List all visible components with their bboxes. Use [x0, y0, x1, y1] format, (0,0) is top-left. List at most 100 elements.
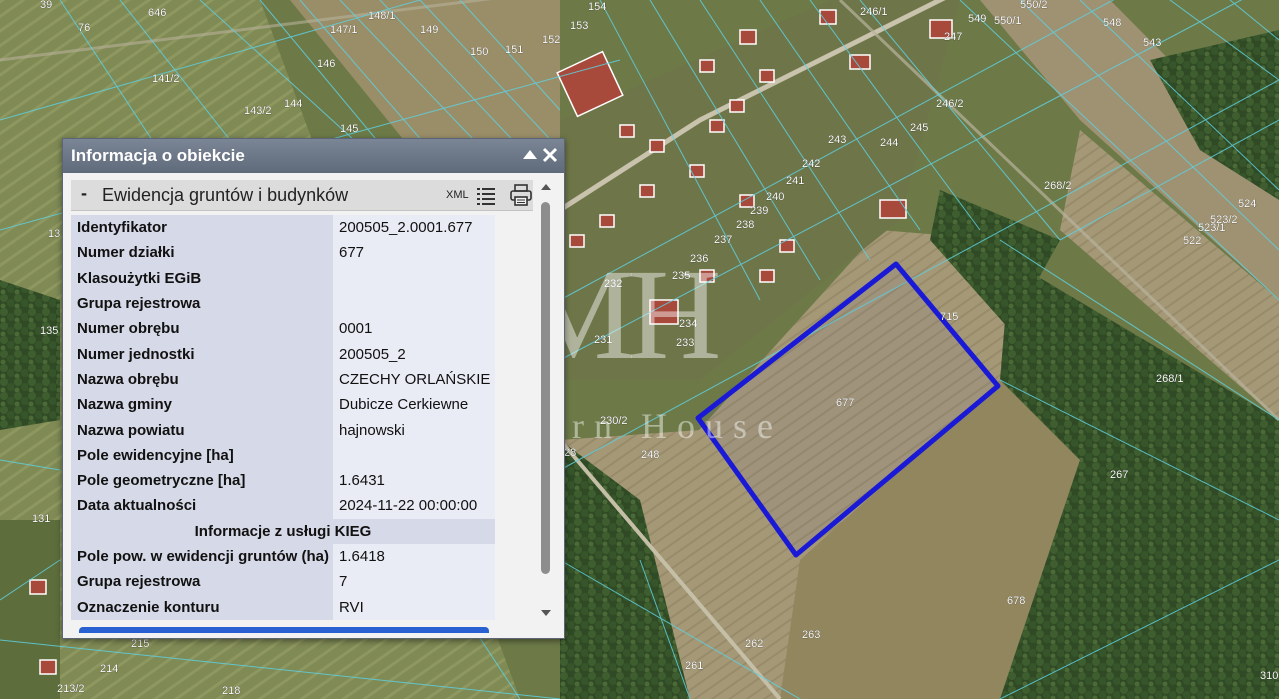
section-title: Ewidencja gruntów i budynków [102, 185, 349, 205]
parcel-number-label: 310 [1260, 670, 1278, 682]
parcel-number-label: 550/1 [994, 15, 1022, 27]
printer-icon[interactable] [510, 184, 532, 206]
attribute-table: Identyfikator 200505_2.0001.677 Numer dzia… [71, 215, 495, 620]
parcel-number-label: 28 [564, 447, 576, 459]
parcel-number-label: 145 [340, 123, 358, 135]
section-header-egib[interactable]: - Ewidencja gruntów i budynków XML [71, 180, 533, 211]
parcel-number-label: 214 [100, 663, 118, 675]
scroll-thumb[interactable] [541, 202, 550, 574]
parcel-number-label: 233 [676, 337, 694, 349]
parcel-number-label: 215 [131, 638, 149, 650]
parcel-number-label: 245 [910, 122, 928, 134]
parcel-number-label: 548 [1103, 17, 1121, 29]
parcel-number-label: 146 [317, 58, 335, 70]
attribute-value [333, 290, 495, 317]
attribute-row: Identyfikator 200505_2.0001.677 [71, 215, 495, 241]
attribute-row: Klasoużytki EGiB [71, 265, 495, 291]
attribute-key: Identyfikator [71, 215, 333, 241]
attribute-value: 200505_2 [333, 341, 495, 367]
parcel-number-label: 144 [284, 98, 302, 110]
attribute-value: 1.6418 [333, 543, 495, 570]
list-icon[interactable] [476, 186, 496, 206]
parcel-number-label: 231 [594, 334, 612, 346]
parcel-number-label: 550/2 [1020, 0, 1048, 11]
attribute-value: CZECHY ORLAŃSKIE [333, 366, 495, 393]
parcel-number-label: 13 [48, 228, 60, 240]
attribute-row: Nazwa obrębu CZECHY ORLAŃSKIE [71, 366, 495, 393]
parcel-number-label: 152 [542, 34, 560, 46]
attribute-key: Pole geometryczne [ha] [71, 467, 333, 494]
parcel-number-label: 242 [802, 158, 820, 170]
attribute-row: Nazwa gminy Dubicze Cerkiewne [71, 392, 495, 418]
parcel-number-label: 268/2 [1044, 180, 1072, 192]
attribute-key: Numer działki [71, 240, 333, 266]
attribute-value: RVI [333, 594, 495, 620]
parcel-number-label: 237 [714, 234, 732, 246]
parcel-number-label: 147/1 [330, 24, 358, 36]
attribute-key: Oznaczenie konturu [71, 594, 333, 620]
parcel-number-label: 149 [420, 24, 438, 36]
panel-title: Informacja o obiekcie [71, 146, 245, 165]
parcel-number-label: 151 [505, 44, 523, 56]
object-info-panel: Informacja o obiekcie - Ewidencja gruntó… [62, 138, 565, 639]
parcel-number-label: 150 [470, 46, 488, 58]
parcel-number-label: 235 [672, 270, 690, 282]
attribute-value [333, 265, 495, 291]
parcel-number-label: 646 [148, 7, 166, 19]
parcel-number-label: 549 [968, 13, 986, 25]
attribute-key: Grupa rejestrowa [71, 290, 333, 317]
attribute-row: Grupa rejestrowa [71, 290, 495, 317]
attribute-value: Dubicze Cerkiewne [333, 392, 495, 418]
vertical-scrollbar[interactable] [539, 180, 553, 620]
xml-export-button[interactable]: XML [446, 189, 469, 201]
scroll-down-arrow-icon[interactable] [540, 608, 552, 618]
parcel-number-label: 230/2 [600, 415, 628, 427]
attribute-row: Numer obrębu 0001 [71, 316, 495, 342]
attribute-value: 0001 [333, 316, 495, 342]
attribute-key: Nazwa powiatu [71, 417, 333, 443]
attribute-row: Pole geometryczne [ha] 1.6431 [71, 467, 495, 494]
parcel-number-label: 238 [736, 219, 754, 231]
parcel-number-label: 262 [745, 638, 763, 650]
attribute-key: Data aktualności [71, 493, 333, 519]
attribute-row: Numer jednostki 200505_2 [71, 341, 495, 367]
attribute-value: 2024-11-22 00:00:00 [333, 493, 495, 519]
panel-header[interactable]: Informacja o obiekcie [63, 139, 564, 173]
scroll-up-arrow-icon[interactable] [540, 182, 552, 192]
triangle-up-icon[interactable] [521, 146, 539, 164]
parcel-number-label: 244 [880, 137, 898, 149]
parcel-number-label: 268/1 [1156, 373, 1184, 385]
parcel-number-label: 154 [588, 1, 606, 13]
parcel-number-label: 76 [78, 22, 90, 34]
attribute-value: 200505_2.0001.677 [333, 215, 495, 241]
parcel-number-label: 263 [802, 629, 820, 641]
parcel-number-label: 141/2 [152, 73, 180, 85]
parcel-number-label: 678 [1007, 595, 1025, 607]
parcel-number-label: 239 [750, 205, 768, 217]
attribute-row: Data aktualności 2024-11-22 00:00:00 [71, 493, 495, 519]
parcel-number-label: 135 [40, 325, 58, 337]
parcel-number-label: 153 [570, 20, 588, 32]
attribute-value: 7 [333, 569, 495, 595]
attribute-key: Numer obrębu [71, 316, 333, 342]
parcel-number-label: 543 [1143, 37, 1161, 49]
next-section-header[interactable] [79, 627, 489, 633]
parcel-number-label: 267 [1110, 469, 1128, 481]
parcel-number-label: 236 [690, 253, 708, 265]
attribute-row: Nazwa powiatu hajnowski [71, 417, 495, 443]
parcel-number-label: 218 [222, 685, 240, 697]
parcel-number-label: 677 [836, 397, 854, 409]
attribute-value: hajnowski [333, 417, 495, 443]
attribute-row: Pole pow. w ewidencji gruntów (ha) 1.6418 [71, 543, 495, 570]
parcel-number-label: 131 [32, 513, 50, 525]
parcel-number-label: 261 [685, 660, 703, 672]
parcel-number-label: 523/1 [1198, 222, 1226, 234]
attribute-key: Nazwa obrębu [71, 366, 333, 393]
parcel-number-label: 240 [766, 191, 784, 203]
attribute-row: Grupa rejestrowa 7 [71, 569, 495, 595]
collapse-toggle[interactable]: - [81, 183, 87, 204]
attribute-value [333, 442, 495, 468]
attribute-key: Grupa rejestrowa [71, 569, 333, 595]
close-icon[interactable] [541, 146, 559, 164]
attribute-row: Pole ewidencyjne [ha] [71, 442, 495, 468]
